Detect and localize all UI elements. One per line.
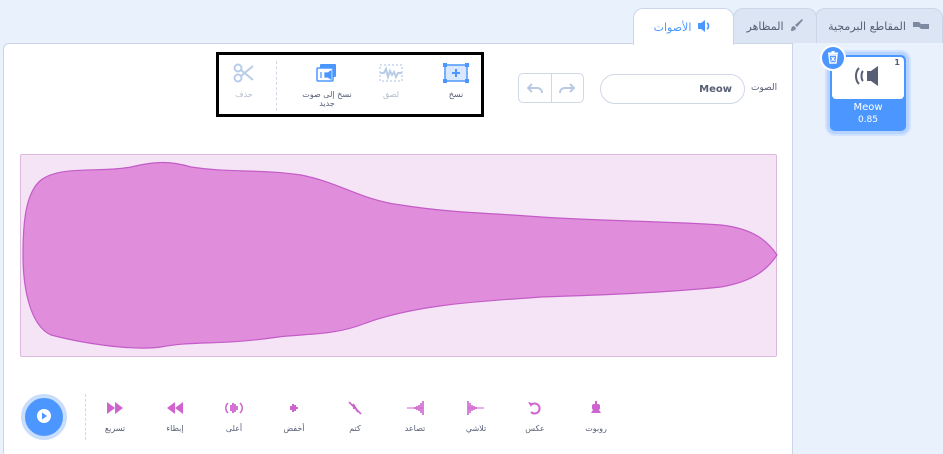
sound-item-meow[interactable]: 1 Meow 0.85 — [820, 45, 909, 134]
effect-mute-label: كتم — [349, 424, 361, 433]
tab-sounds-label: الأصوات — [653, 20, 692, 34]
copy-button[interactable]: نسخ — [426, 63, 486, 99]
robot-icon — [588, 400, 604, 418]
speaker-icon — [697, 19, 713, 36]
copy-button-label: نسخ — [448, 89, 464, 99]
sound-list: 1 Meow 0.85 — [794, 43, 943, 454]
speaker-icon — [855, 65, 881, 91]
effect-robot-label: روبوت — [585, 424, 607, 433]
paste-button-label: لصق — [382, 89, 400, 99]
reverse-icon — [527, 400, 543, 418]
effect-faster-button[interactable]: تسريع — [90, 400, 140, 433]
waveform — [22, 161, 778, 349]
effect-robot-button[interactable]: روبوت — [571, 400, 621, 433]
slower-icon — [166, 400, 184, 418]
tab-costumes-label: المظاهر — [746, 20, 784, 33]
delete-button-label: حذف — [235, 89, 253, 99]
effect-louder-label: أعلى — [225, 424, 243, 433]
effect-slower-button[interactable]: إبطاء — [150, 400, 200, 433]
waveform-container[interactable] — [20, 154, 778, 357]
effect-faster-label: تسريع — [104, 424, 126, 433]
effect-reverse-label: عكس — [525, 424, 545, 433]
copy-icon — [443, 63, 469, 86]
mute-icon — [347, 400, 363, 418]
tab-code-label: المقاطع البرمجية — [828, 20, 906, 33]
effect-fade-out-label: تلاشي — [465, 424, 487, 433]
code-icon — [912, 19, 930, 34]
fade-out-icon — [467, 400, 485, 418]
copy-to-new-icon — [316, 63, 338, 86]
undo-icon — [526, 79, 543, 98]
delete-button[interactable]: حذف — [214, 63, 274, 99]
redo-icon — [559, 79, 576, 98]
effect-slower-label: إبطاء — [166, 424, 184, 433]
paste-icon — [378, 63, 404, 86]
effect-reverse-button[interactable]: عكس — [510, 400, 560, 433]
sound-index: 1 — [894, 58, 900, 67]
trash-icon — [827, 49, 839, 68]
fade-in-icon — [406, 400, 424, 418]
scissors-icon — [233, 63, 255, 86]
play-button[interactable] — [21, 394, 67, 440]
effect-softer-button[interactable]: أخفض — [269, 400, 319, 433]
paste-button[interactable]: لصق — [361, 63, 421, 99]
effect-mute-button[interactable]: كتم — [330, 400, 380, 433]
sound-item-name: Meow — [853, 102, 883, 113]
tab-costumes[interactable]: المظاهر — [733, 8, 817, 44]
copy-to-new-button[interactable]: نسخ إلى صوت جديد — [297, 63, 357, 109]
tab-code[interactable]: المقاطع البرمجية — [815, 8, 943, 44]
sound-name-input[interactable] — [600, 74, 745, 104]
sound-editor-app: المقاطع البرمجية المظاهر الأصوات 1 Meow … — [0, 0, 943, 454]
sound-name-label: الصوت — [751, 83, 778, 93]
faster-icon — [106, 400, 124, 418]
effect-fade-in-label: تصاعد — [404, 424, 426, 433]
effect-louder-button[interactable]: أعلى — [209, 400, 259, 433]
undo-button[interactable] — [519, 74, 551, 102]
louder-icon — [224, 400, 244, 418]
sound-item-duration: 0.85 — [857, 115, 879, 125]
effects-divider — [85, 394, 86, 440]
copy-to-new-button-label: نسخ إلى صوت جديد — [302, 89, 352, 109]
edit-toolbar: نسخ لصق نسخ إلى صوت جديد حذف — [216, 52, 484, 117]
tab-sounds[interactable]: الأصوات — [633, 8, 734, 45]
undo-redo-group — [518, 73, 584, 103]
effect-softer-label: أخفض — [283, 424, 305, 433]
play-icon — [37, 408, 51, 427]
delete-sound-button[interactable] — [820, 45, 846, 71]
effect-fade-in-button[interactable]: تصاعد — [390, 400, 440, 433]
softer-icon — [286, 400, 302, 418]
effect-fade-out-button[interactable]: تلاشي — [451, 400, 501, 433]
redo-button[interactable] — [550, 74, 584, 102]
brush-icon — [790, 18, 804, 35]
toolbar-divider — [276, 61, 277, 111]
